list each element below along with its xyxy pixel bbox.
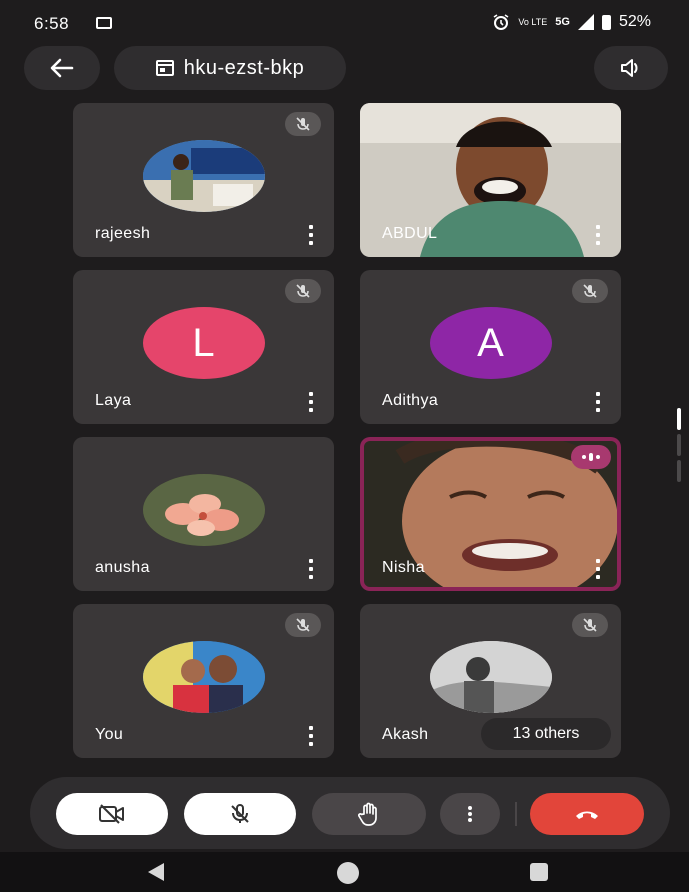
participant-initial-avatar: L [142,307,265,379]
controls-divider [515,802,517,826]
participant-name: Akash [382,726,429,743]
arrow-left-icon [50,58,74,78]
scrollbar-track [677,460,681,482]
battery-percent: 52% [618,13,651,30]
calendar-icon [155,60,174,76]
participant-photo [429,641,552,713]
others-count-button[interactable]: 13 others [481,718,611,750]
more-options-button[interactable] [440,793,500,835]
participant-photo [142,641,265,713]
participant-name: ABDUL [382,225,438,242]
mic-toggle-button[interactable] [184,793,296,835]
muted-indicator [285,112,321,136]
participant-tile[interactable]: You [73,604,334,758]
mic-off-icon [296,618,310,632]
participant-name: You [95,726,124,743]
volte-indicator: Vo LTE [518,16,548,27]
photo-content [142,140,265,212]
camera-toggle-button[interactable] [56,793,168,835]
muted-indicator [572,279,608,303]
participant-tile[interactable]: rajeesh [73,103,334,257]
muted-indicator [285,279,321,303]
meeting-code: hku-ezst-bkp [183,56,305,79]
battery-icon [601,14,611,30]
mic-off-icon [583,618,597,632]
participant-options-button[interactable] [308,559,314,579]
participant-name: Adithya [382,392,439,409]
participant-initial-avatar: A [429,307,552,379]
raise-hand-button[interactable] [312,793,426,835]
mic-off-icon [296,284,310,298]
signal-icon [577,14,594,30]
participant-tile[interactable]: Akash 13 others [360,604,621,758]
participant-options-button[interactable] [595,559,601,579]
mic-off-icon [296,117,310,131]
meeting-header: hku-ezst-bkp [0,44,689,94]
alarm-icon [493,14,509,30]
participant-name: Nisha [382,559,425,576]
status-time: 6:58 [34,14,70,33]
participant-options-button[interactable] [595,225,601,245]
status-icons: Vo LTE 5G 52% [492,13,651,31]
participant-photo [142,474,265,546]
nav-back-icon[interactable] [148,863,164,881]
speaker-icon [621,59,638,77]
participant-options-button[interactable] [308,726,314,746]
meeting-info-button[interactable]: hku-ezst-bkp [114,46,346,90]
camera-off-icon [99,804,124,824]
nav-recents-icon[interactable] [530,863,548,881]
back-button[interactable] [24,46,100,90]
audio-output-button[interactable] [594,46,668,90]
muted-indicator [285,613,321,637]
participant-tile[interactable]: A Adithya [360,270,621,424]
participant-name: rajeesh [95,225,151,242]
participant-options-button[interactable] [308,392,314,412]
participant-tile[interactable]: Nisha [360,437,621,591]
more-vert-icon [468,806,472,822]
participant-name: Laya [95,392,132,409]
scrollbar[interactable] [676,408,682,484]
raise-hand-icon [358,802,377,826]
mic-off-icon [583,284,597,298]
scrollbar-track [677,434,681,456]
flower-photo [142,474,265,546]
participant-tile[interactable]: ABDUL [360,103,621,257]
speaking-indicator [571,445,611,469]
call-controls [30,777,670,849]
muted-indicator [572,613,608,637]
nav-home-icon[interactable] [337,862,359,884]
participant-name: anusha [95,559,150,576]
participant-options-button[interactable] [308,225,314,245]
participant-photo [142,140,265,212]
status-bar: 6:58 Vo LTE 5G 52% [0,0,689,44]
end-call-icon [576,811,598,819]
scrollbar-thumb[interactable] [677,408,681,430]
mic-off-icon [231,804,249,823]
screen-cast-icon [96,17,112,29]
participant-tile[interactable]: L Laya [73,270,334,424]
end-call-button[interactable] [530,793,644,835]
grayscale-photo [429,641,552,713]
participant-options-button[interactable] [595,392,601,412]
participant-tile[interactable]: anusha [73,437,334,591]
system-navigation-bar [0,852,689,892]
network-type: 5G [555,16,570,28]
selfie-photo [142,641,265,713]
